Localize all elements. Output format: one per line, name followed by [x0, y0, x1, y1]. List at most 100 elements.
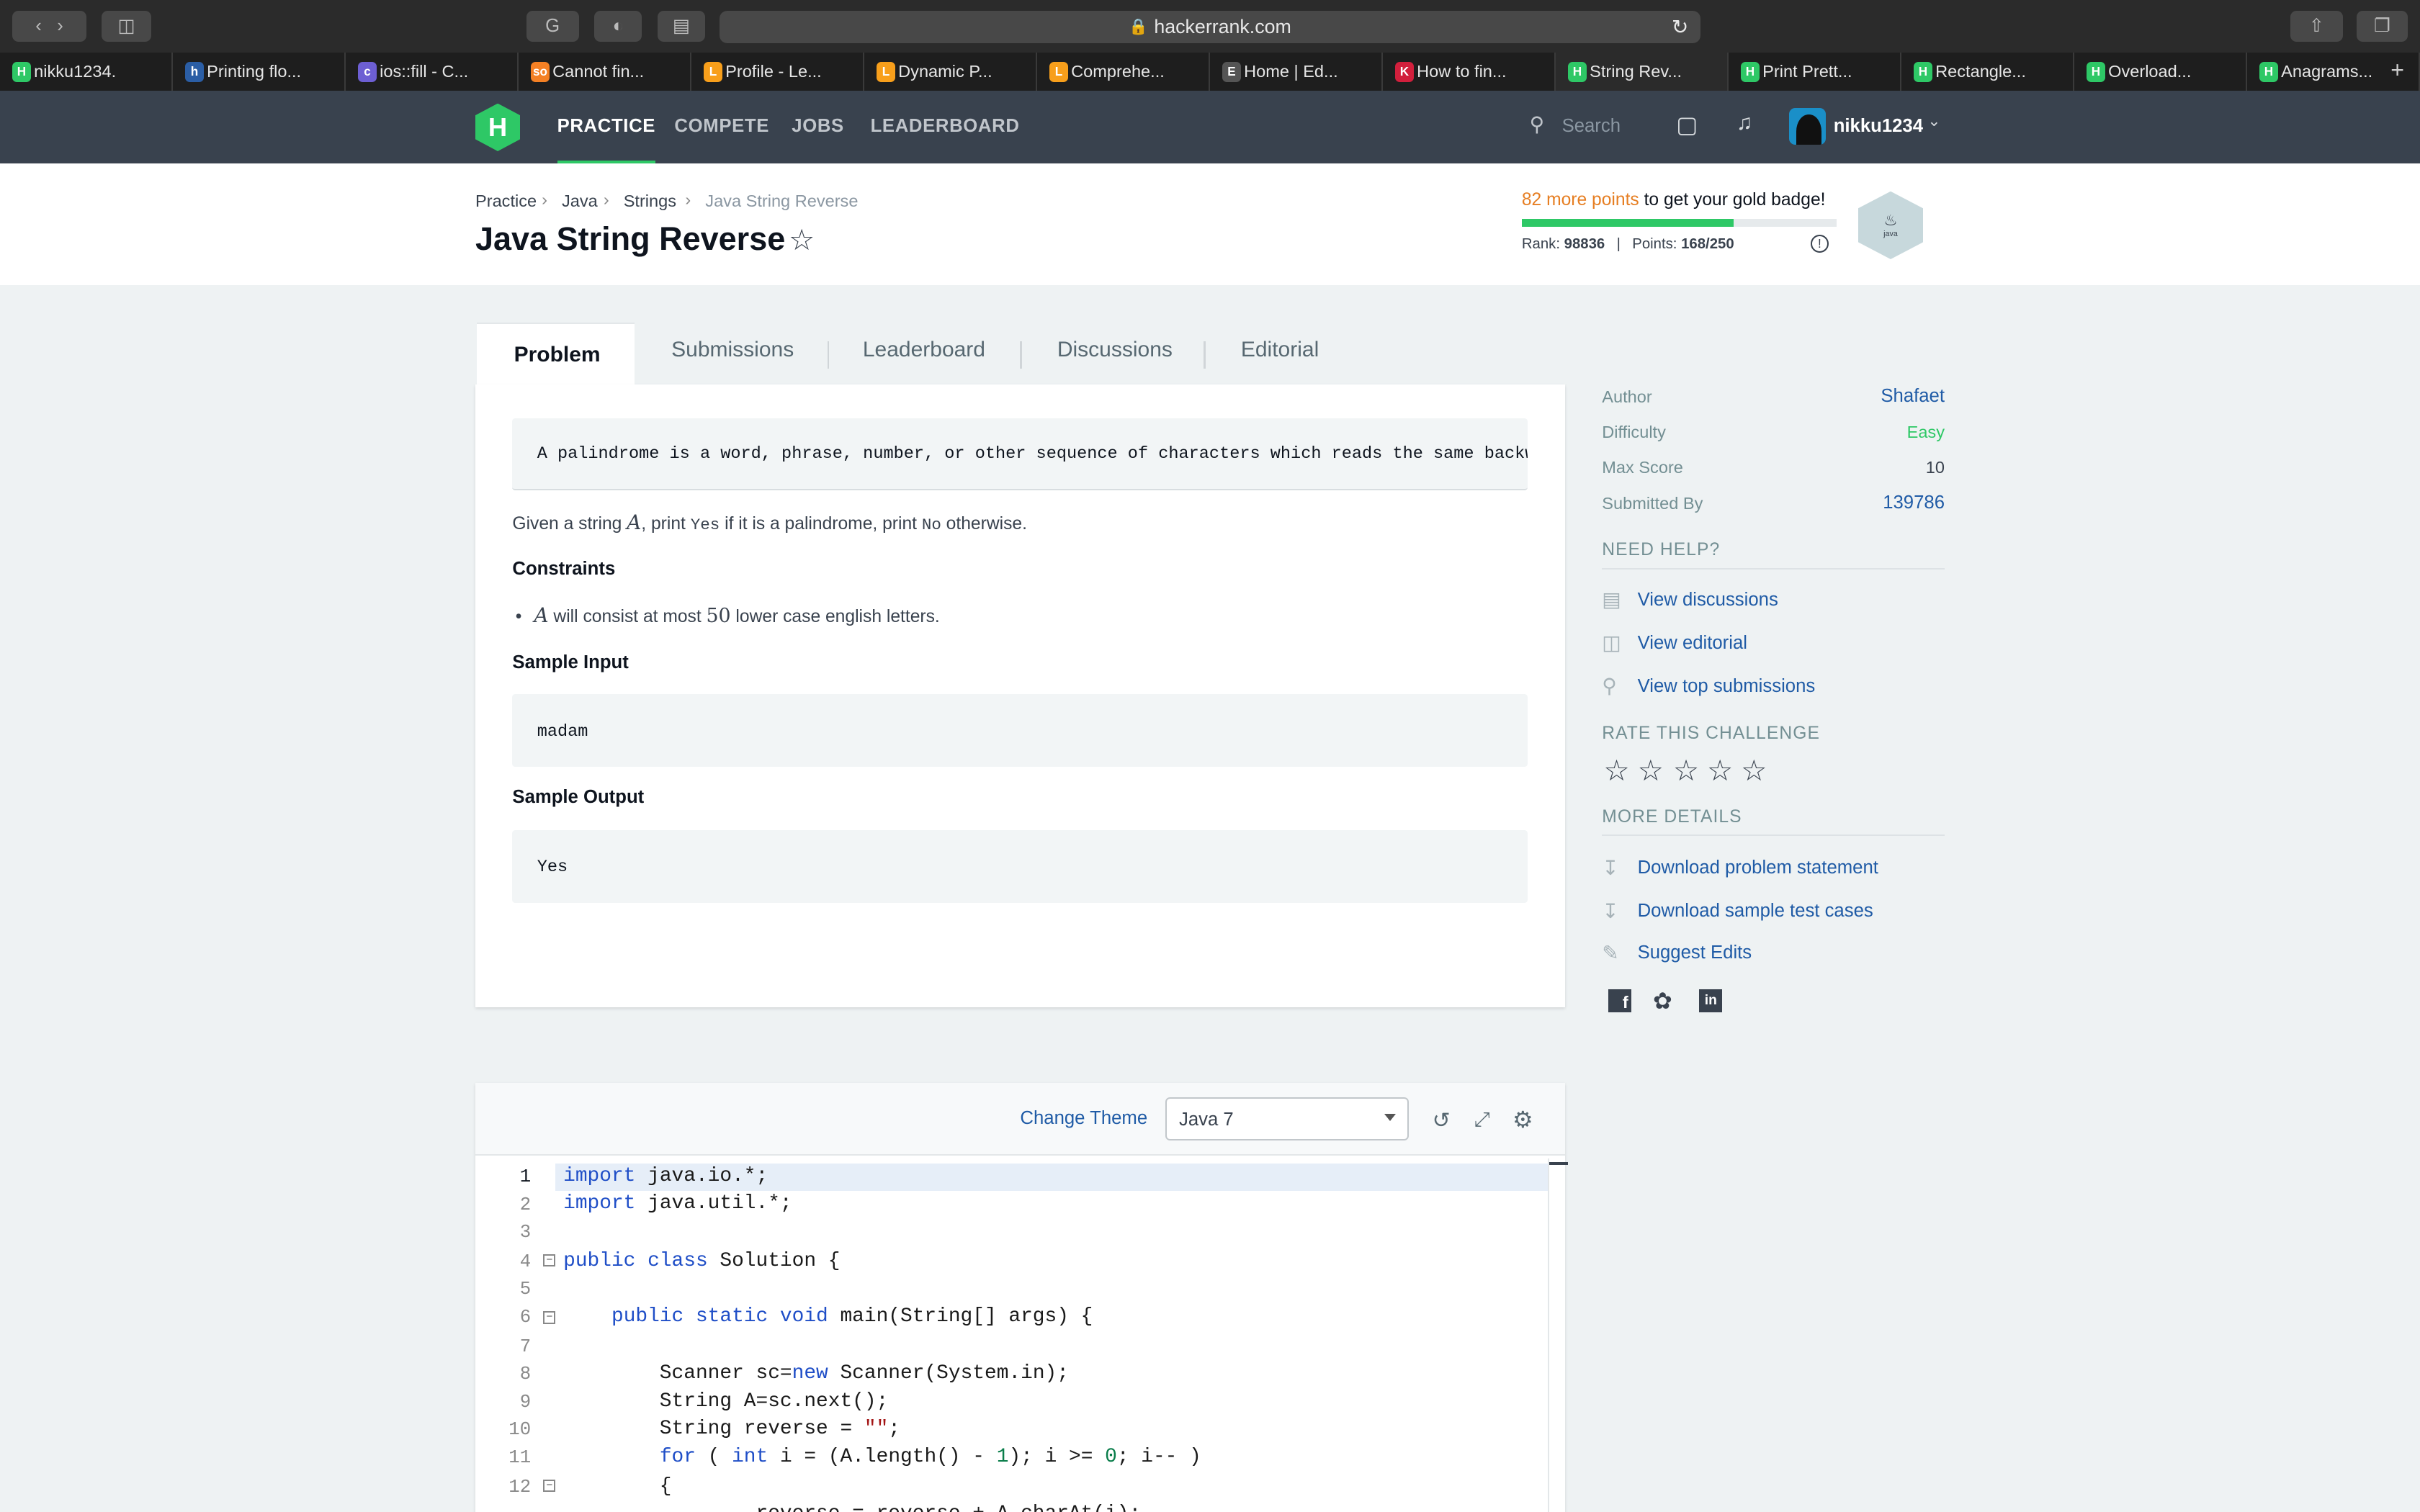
rating-star-4-icon[interactable]: ☆: [1707, 753, 1734, 788]
line-number: 7: [519, 1336, 532, 1357]
tab-discussions[interactable]: Discussions: [1057, 338, 1173, 362]
editor-scrollbar[interactable]: [1548, 1158, 1568, 1512]
download-statement-link[interactable]: Download problem statement: [1638, 858, 1878, 878]
chevron-down-icon[interactable]: ⌄: [1927, 112, 1940, 130]
new-tab-icon[interactable]: +: [2390, 57, 2404, 84]
fold-toggle-icon[interactable]: −: [543, 1480, 556, 1493]
line-number: 12: [508, 1476, 532, 1498]
share-icon[interactable]: ⇧: [2290, 11, 2343, 42]
browser-tab[interactable]: K How to fin...: [1383, 52, 1556, 91]
rank-value: 98836: [1564, 235, 1605, 252]
browser-tab[interactable]: H Rectangle...: [1901, 52, 2074, 91]
tab-favicon-icon: h: [185, 61, 204, 82]
tab-submissions[interactable]: Submissions: [671, 338, 794, 362]
nav-practice[interactable]: PRACTICE: [557, 116, 656, 162]
avatar[interactable]: [1788, 107, 1826, 145]
search-icon[interactable]: ⚲: [1530, 112, 1544, 136]
reload-icon[interactable]: ↻: [1672, 15, 1688, 39]
tab-leaderboard[interactable]: Leaderboard: [863, 338, 985, 362]
code-line[interactable]: import java.io.*;: [563, 1165, 768, 1187]
sample-output-box: Yes: [512, 829, 1528, 903]
browser-tab-label: Dynamic P...: [898, 62, 992, 81]
change-theme-link[interactable]: Change Theme: [1020, 1108, 1147, 1129]
breadcrumb-strings[interactable]: Strings: [624, 192, 676, 211]
browser-tab[interactable]: L Comprehe...: [1037, 52, 1210, 91]
page-root: ‹ › ◫ G ◐ ▤ 🔒 hackerrank.com ↻ ⇧ ❐ Hnikku…: [0, 0, 2420, 1512]
view-discussions-link[interactable]: View discussions: [1638, 590, 1778, 611]
tab-overview-icon[interactable]: ❐: [2357, 11, 2408, 42]
sidebar-toggle-icon[interactable]: ◫: [102, 11, 151, 42]
language-select[interactable]: Java 7: [1165, 1097, 1410, 1140]
nav-leaderboard[interactable]: LEADERBOARD: [871, 116, 1020, 137]
code-line[interactable]: public class Solution {: [563, 1250, 840, 1272]
java-badge-icon[interactable]: ♨ java: [1858, 191, 1923, 259]
nav-compete[interactable]: COMPETE: [674, 116, 769, 137]
twitter-icon[interactable]: ✿: [1653, 987, 1672, 1014]
language-value: Java 7: [1178, 1109, 1234, 1130]
code-line[interactable]: String reverse = "";: [563, 1418, 900, 1440]
back-forward-buttons[interactable]: ‹ ›: [12, 11, 86, 42]
facebook-icon[interactable]: f: [1608, 989, 1631, 1012]
breadcrumb-java[interactable]: Java: [562, 192, 598, 211]
tab-problem[interactable]: Problem: [477, 322, 635, 384]
code-line[interactable]: reverse = reverse + A.charAt(i);: [563, 1503, 1141, 1512]
tab-favicon-icon: H: [1741, 61, 1760, 82]
back-icon[interactable]: ‹: [35, 16, 42, 37]
browser-tab[interactable]: Hnikku1234.: [0, 52, 173, 91]
more-details-heading: MORE DETAILS: [1602, 806, 1742, 827]
info-icon[interactable]: !: [1810, 234, 1829, 253]
search-input[interactable]: Search: [1562, 116, 1621, 137]
rating-star-5-icon[interactable]: ☆: [1741, 753, 1767, 788]
divider: [1602, 567, 1945, 570]
notes-extension-icon[interactable]: ▤: [657, 11, 706, 42]
reset-history-icon[interactable]: ↺: [1433, 1108, 1451, 1133]
code-line[interactable]: {: [563, 1475, 672, 1498]
badge-label: java: [1883, 230, 1898, 239]
difficulty-value: Easy: [1906, 423, 1945, 442]
view-top-submissions-link[interactable]: View top submissions: [1638, 676, 1816, 697]
rating-star-1-icon[interactable]: ☆: [1603, 753, 1630, 788]
browser-tab[interactable]: c ios::fill - C...: [346, 52, 519, 91]
code-line[interactable]: Scanner sc=new Scanner(System.in);: [563, 1362, 1069, 1385]
tab-editorial[interactable]: Editorial: [1241, 338, 1319, 362]
forward-icon[interactable]: ›: [57, 16, 63, 37]
hackerrank-logo[interactable]: H: [475, 103, 521, 151]
privacy-extension-icon[interactable]: ◐: [594, 11, 642, 42]
submitted-by-value[interactable]: 139786: [1883, 492, 1945, 513]
browser-tab[interactable]: L Dynamic P...: [864, 52, 1037, 91]
fold-toggle-icon[interactable]: −: [543, 1311, 556, 1324]
code-line[interactable]: public static void main(String[] args) {: [563, 1305, 1093, 1328]
given-text: otherwise.: [941, 514, 1027, 534]
breadcrumb-practice[interactable]: Practice: [475, 192, 537, 211]
download-test-cases-link[interactable]: Download sample test cases: [1638, 901, 1873, 922]
view-editorial-link[interactable]: View editorial: [1638, 633, 1747, 654]
given-text: if it is a palindrome, print: [720, 514, 922, 534]
browser-tab-label: Cannot fin...: [552, 62, 645, 81]
browser-tab[interactable]: ×HString Rev...: [1556, 52, 1729, 91]
bookmark-star-icon[interactable]: ☆: [789, 222, 815, 257]
code-line[interactable]: import java.util.*;: [563, 1192, 792, 1215]
browser-tab[interactable]: so Cannot fin...: [519, 52, 691, 91]
nav-jobs[interactable]: JOBS: [792, 116, 844, 137]
fold-toggle-icon[interactable]: −: [543, 1254, 556, 1267]
grammarly-extension-icon[interactable]: G: [526, 11, 579, 42]
code-line[interactable]: String A=sc.next();: [563, 1390, 889, 1413]
browser-tab[interactable]: E Home | Ed...: [1210, 52, 1383, 91]
rating-star-2-icon[interactable]: ☆: [1638, 753, 1664, 788]
browser-tab[interactable]: H Print Prett...: [1729, 52, 1901, 91]
messages-icon[interactable]: ▢: [1676, 111, 1698, 138]
address-bar[interactable]: 🔒 hackerrank.com ↻: [719, 11, 1701, 43]
max-score-value: 10: [1925, 458, 1945, 477]
suggest-edits-link[interactable]: Suggest Edits: [1638, 942, 1752, 963]
browser-tab[interactable]: h Printing flo...: [173, 52, 346, 91]
code-line[interactable]: for ( int i = (A.length() - 1); i >= 0; …: [563, 1446, 1201, 1468]
linkedin-icon[interactable]: in: [1699, 989, 1723, 1012]
settings-gear-icon[interactable]: ⚙: [1512, 1106, 1533, 1133]
rating-star-3-icon[interactable]: ☆: [1673, 753, 1700, 788]
notifications-bell-icon[interactable]: ♫: [1736, 111, 1753, 135]
fullscreen-icon[interactable]: ⤢: [1474, 1108, 1489, 1132]
author-link[interactable]: Shafaet: [1881, 386, 1945, 407]
username[interactable]: nikku1234: [1834, 116, 1923, 137]
browser-tab[interactable]: H Overload...: [2074, 52, 2247, 91]
browser-tab[interactable]: L Profile - Le...: [691, 52, 864, 91]
